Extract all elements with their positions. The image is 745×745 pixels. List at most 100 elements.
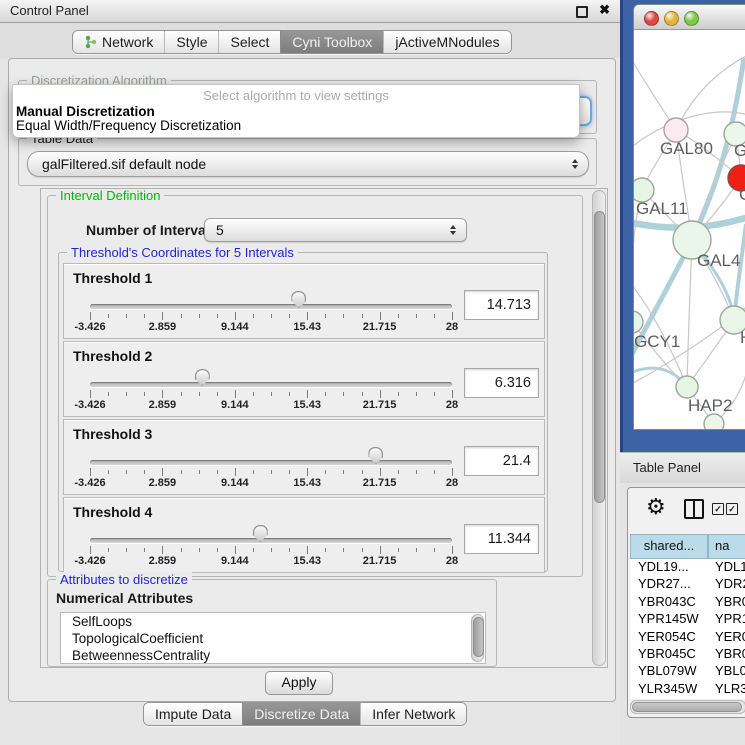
settings-scrollbar-thumb[interactable] xyxy=(594,211,605,503)
attributes-group-title: Attributes to discretize xyxy=(56,572,192,587)
control-panel-titlebar: Control Panel ✖ xyxy=(0,0,620,23)
algorithm-dropdown-popup: Select algorithm to view settings Manual… xyxy=(12,84,580,138)
tab-network[interactable]: Network xyxy=(73,31,164,53)
tab-label: Select xyxy=(230,34,269,50)
tick-label: 2.859 xyxy=(149,555,177,567)
column-header-shared-name[interactable]: shared... xyxy=(630,534,708,559)
network-canvas[interactable]: GAL80GACGAL11GAL4GCY1HHAP2 xyxy=(634,30,745,429)
threshold-value-field[interactable]: 11.344 xyxy=(464,524,539,554)
bottom-tab-infer-network[interactable]: Infer Network xyxy=(360,703,466,725)
attribute-list-item[interactable]: TopologicalCoefficient xyxy=(61,630,485,647)
zoom-traffic-light-icon[interactable] xyxy=(684,11,699,26)
table-row[interactable]: YBL079WYBL0 xyxy=(630,663,745,680)
threshold-slider-track[interactable] xyxy=(90,304,452,309)
checkbox-checked-icon[interactable]: ✓ xyxy=(726,503,738,515)
gear-icon[interactable]: ⚙ xyxy=(646,496,666,518)
tab-label: Network xyxy=(102,34,153,50)
checkbox-checked-icon[interactable]: ✓ xyxy=(712,503,724,515)
tick-label: 15.43 xyxy=(293,555,321,567)
network-node[interactable] xyxy=(704,414,724,429)
tick-mark xyxy=(162,312,163,320)
table-row[interactable]: YPR145WYPR1 xyxy=(630,611,745,628)
minimize-traffic-light-icon[interactable] xyxy=(664,11,679,26)
tick-mark xyxy=(217,392,218,396)
tick-mark xyxy=(398,314,399,318)
settings-scrollbar[interactable] xyxy=(592,190,606,666)
tick-label: 2.859 xyxy=(149,321,177,333)
network-node-gcy1[interactable] xyxy=(634,311,643,333)
attribute-list-item[interactable]: SelfLoops xyxy=(61,613,485,630)
tick-mark xyxy=(90,546,91,554)
settings-scrollpane: Interval Definition Number of Intervals … xyxy=(40,188,608,668)
table-row[interactable]: YDL19...YDL1 xyxy=(630,559,745,576)
threshold-value-field[interactable]: 21.4 xyxy=(464,446,539,476)
tick-mark xyxy=(398,392,399,396)
close-icon[interactable]: ✖ xyxy=(599,2,610,18)
tick-mark xyxy=(144,470,145,474)
network-icon xyxy=(84,35,97,49)
threshold-value-field[interactable]: 14.713 xyxy=(464,290,539,320)
apply-button[interactable]: Apply xyxy=(265,671,333,695)
threshold-value-field[interactable]: 6.316 xyxy=(464,368,539,398)
column-header-name[interactable]: na xyxy=(708,534,745,559)
float-window-icon[interactable] xyxy=(576,6,588,18)
threshold-slider-track[interactable] xyxy=(90,460,452,465)
tab-jactivemnodules[interactable]: jActiveMNodules xyxy=(383,31,510,53)
tick-mark xyxy=(325,392,326,396)
network-node-hap2[interactable] xyxy=(676,376,698,398)
tick-label: 15.43 xyxy=(293,399,321,411)
threshold-slider-track[interactable] xyxy=(90,538,452,543)
table-row[interactable]: YBR043CYBR0 xyxy=(630,594,745,611)
tick-mark xyxy=(362,548,363,552)
table-horizontal-scrollbar[interactable] xyxy=(630,700,745,714)
close-traffic-light-icon[interactable] xyxy=(644,11,659,26)
table-toolbar: ⚙ ✓ ✓ xyxy=(628,488,745,532)
table-data-combo[interactable]: galFiltered.sif default node xyxy=(27,151,589,177)
tick-label: 21.715 xyxy=(363,321,397,333)
bottom-tab-label: Impute Data xyxy=(155,706,231,722)
bottom-tab-discretize-data[interactable]: Discretize Data xyxy=(242,703,360,725)
threshold-slider-track[interactable] xyxy=(90,382,452,387)
attributes-scrollbar-thumb[interactable] xyxy=(473,617,484,657)
algorithm-option[interactable]: Manual Discretization xyxy=(16,104,155,119)
attributes-scrollbar[interactable] xyxy=(471,614,484,662)
threshold-panel-3: Threshold 3-3.4262.8599.14415.4321.71528… xyxy=(63,419,545,495)
threshold-slider-thumb[interactable] xyxy=(195,369,210,386)
table-cell-shared-name: YBR045C xyxy=(638,646,696,661)
table-row[interactable]: YDR27...YDR2 xyxy=(630,576,745,593)
table-row[interactable]: YER054CYER0 xyxy=(630,629,745,646)
table-row[interactable]: YLR345WYLR3 xyxy=(630,681,745,698)
tick-label: 2.859 xyxy=(149,477,177,489)
tab-style[interactable]: Style xyxy=(164,31,218,53)
number-of-intervals-combo[interactable]: 5 xyxy=(204,218,467,242)
tick-mark xyxy=(235,546,236,554)
tick-mark xyxy=(108,392,109,396)
tick-mark xyxy=(271,314,272,318)
table-row[interactable]: YIL052CYIL0 xyxy=(630,698,745,699)
numerical-attributes-list[interactable]: SelfLoopsTopologicalCoefficientBetweenne… xyxy=(60,612,486,664)
threshold-label: Threshold 1 xyxy=(73,270,152,286)
tick-mark xyxy=(452,546,453,554)
interval-definition-title: Interval Definition xyxy=(56,188,164,203)
h-scrollbar-thumb[interactable] xyxy=(632,702,742,712)
algorithm-option[interactable]: Equal Width/Frequency Discretization xyxy=(16,118,241,133)
tick-mark xyxy=(181,392,182,396)
threshold-slider-thumb[interactable] xyxy=(368,447,383,464)
tick-mark xyxy=(362,392,363,396)
tick-mark xyxy=(289,392,290,396)
bottom-tab-impute-data[interactable]: Impute Data xyxy=(144,703,242,725)
attribute-list-item[interactable]: BetweennessCentrality xyxy=(61,647,485,664)
tick-label: 9.144 xyxy=(221,555,249,567)
threshold-slider-thumb[interactable] xyxy=(291,291,306,308)
tick-label: 28 xyxy=(446,399,458,411)
split-columns-icon[interactable] xyxy=(684,499,704,519)
tab-cyni-toolbox[interactable]: Cyni Toolbox xyxy=(280,31,383,53)
tab-select[interactable]: Select xyxy=(218,31,280,53)
tick-mark xyxy=(162,390,163,398)
threshold-slider-thumb[interactable] xyxy=(253,525,268,542)
table-cell-name: YBR0 xyxy=(715,594,745,609)
tab-label: jActiveMNodules xyxy=(395,34,499,50)
tick-mark xyxy=(307,390,308,398)
tick-mark xyxy=(343,314,344,318)
table-row[interactable]: YBR045CYBR0 xyxy=(630,646,745,663)
